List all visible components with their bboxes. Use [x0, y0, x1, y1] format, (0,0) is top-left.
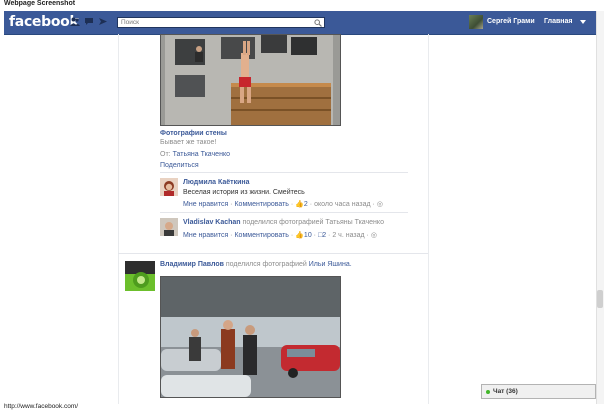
- from-name-link[interactable]: Татьяна Ткаченко: [173, 151, 230, 158]
- post-author-link[interactable]: Владимир Павлов: [160, 261, 224, 268]
- timestamp[interactable]: 2 ч. назад: [332, 232, 364, 239]
- post-target-link[interactable]: Ильи Яшина.: [309, 261, 352, 268]
- share-action-text: поделился фотографией Татьяны Ткаченко: [242, 219, 384, 226]
- friend-requests-icon[interactable]: [70, 17, 80, 26]
- timestamp[interactable]: около часа назад: [314, 201, 371, 208]
- search-box[interactable]: [117, 17, 325, 28]
- home-link[interactable]: Главная: [544, 18, 572, 25]
- like-count[interactable]: 2: [304, 201, 308, 208]
- avatar[interactable]: [160, 178, 178, 196]
- post-header: Владимир Павлов поделился фотографией Ил…: [160, 261, 352, 268]
- post-from: От: Татьяна Ткаченко: [160, 151, 230, 158]
- like-link[interactable]: Мне нравится: [183, 201, 228, 208]
- post-photo[interactable]: [160, 34, 341, 126]
- from-label: От:: [160, 151, 171, 158]
- scrollbar[interactable]: [596, 11, 604, 404]
- like-count[interactable]: 10: [304, 232, 312, 239]
- chat-bar[interactable]: Чат (36): [481, 384, 596, 399]
- post-action-text: поделился фотографией: [225, 261, 307, 268]
- post-source-link[interactable]: Фотографии стены: [160, 130, 227, 137]
- comment-author-link[interactable]: Людмила Каёткина: [183, 179, 250, 186]
- status-url: http://www.facebook.com/: [4, 403, 79, 410]
- divider: [160, 212, 408, 213]
- comment-link[interactable]: Комментировать: [234, 201, 289, 208]
- page-caption: Webpage Screenshot: [4, 0, 76, 7]
- globe-icon: ◎: [376, 201, 383, 208]
- chat-label[interactable]: Чат (36): [493, 388, 518, 395]
- search-icon[interactable]: [314, 19, 322, 29]
- like-link[interactable]: Мне нравится: [183, 232, 228, 239]
- post-photo[interactable]: [160, 276, 341, 398]
- post-divider: [118, 253, 428, 254]
- comment-count[interactable]: 2: [322, 232, 326, 239]
- profile-name-link[interactable]: Сергей Грами: [487, 18, 535, 25]
- share-author-link[interactable]: Vladislav Kachan: [183, 219, 241, 226]
- post-caption: Бывает же такое!: [160, 139, 217, 146]
- search-input[interactable]: [118, 18, 314, 27]
- comment-text: Веселая история из жизни. Смейтесь: [183, 189, 305, 196]
- feed-divider-left: [118, 34, 119, 404]
- share-story: Vladislav Kachan поделился фотографией Т…: [183, 219, 384, 226]
- thumbs-up-icon: 👍: [295, 201, 304, 208]
- facebook-logo[interactable]: facebook: [9, 14, 79, 30]
- comment-link[interactable]: Комментировать: [234, 232, 289, 239]
- profile-avatar[interactable]: [469, 15, 483, 29]
- scrollbar-thumb[interactable]: [597, 290, 603, 308]
- avatar[interactable]: [160, 218, 178, 236]
- messages-icon[interactable]: [84, 17, 93, 25]
- globe-icon: ◎: [370, 232, 377, 239]
- comment-actions: Мне нравится · Комментировать · 👍2 · око…: [183, 201, 383, 208]
- notifications-icon[interactable]: [98, 17, 107, 25]
- thumbs-up-icon: 👍: [295, 232, 304, 239]
- online-status-icon: [486, 390, 490, 394]
- avatar[interactable]: [125, 261, 155, 291]
- top-bar: facebook Сергей Грами Главная: [4, 11, 596, 35]
- share-link[interactable]: Поделиться: [160, 162, 199, 169]
- divider: [160, 172, 408, 173]
- feed-divider-right: [428, 34, 429, 404]
- chevron-down-icon[interactable]: [580, 20, 586, 24]
- share-actions: Мне нравится · Комментировать · 👍10 · □2…: [183, 232, 377, 239]
